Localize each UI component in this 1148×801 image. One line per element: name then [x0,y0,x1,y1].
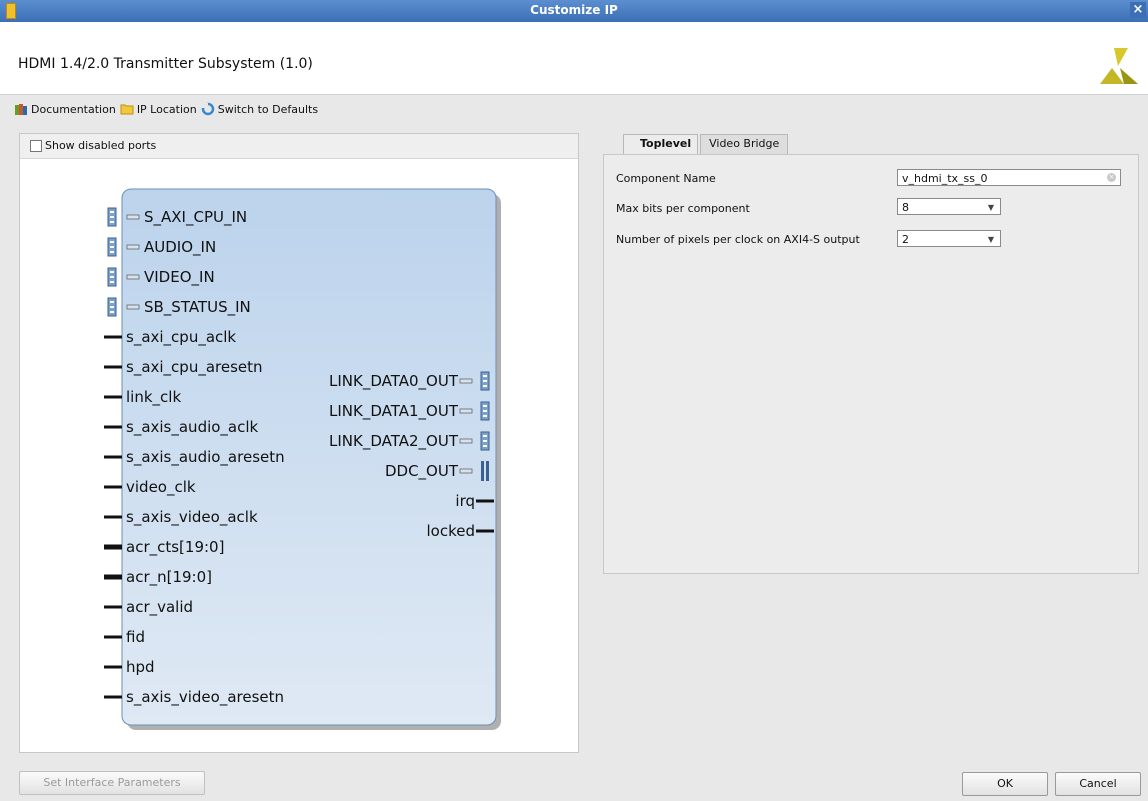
switch-defaults-button[interactable]: Switch to Defaults [201,102,318,116]
title-bar: Customize IP × [0,0,1148,22]
component-name-label: Component Name [616,172,716,185]
component-name-input[interactable]: v_hdmi_tx_ss_0 × [897,169,1121,186]
cancel-button[interactable]: Cancel [1055,772,1141,796]
left-port-label: hpd [126,658,155,676]
ip-location-button[interactable]: IP Location [120,103,197,116]
pixels-per-clock-select[interactable]: 2 ▼ [897,230,1001,247]
bus-port-icon-stripe [483,375,487,377]
bus-port-icon-stripe [110,246,114,248]
chevron-down-icon: ▼ [987,203,994,212]
left-port-label: acr_n[19:0] [126,568,212,587]
show-disabled-ports-checkbox[interactable] [30,140,42,152]
pixels-per-clock-label: Number of pixels per clock on AXI4-S out… [616,233,860,246]
left-port-label: fid [126,628,145,646]
left-port-label: acr_cts[19:0] [126,538,224,557]
refresh-icon [201,102,214,116]
right-port-label: irq [455,492,475,510]
bus-port-icon-stripe [483,445,487,447]
left-port-label: SB_STATUS_IN [144,298,251,317]
show-disabled-ports-label: Show disabled ports [45,139,157,152]
bus-port-icon-stripe [110,271,114,273]
max-bits-value: 8 [902,201,909,214]
tab-toplevel[interactable]: Toplevel [623,134,699,154]
set-interface-parameters-button[interactable]: Set Interface Parameters [19,771,205,795]
clear-icon[interactable]: × [1107,173,1116,182]
left-port-label: s_axi_cpu_aclk [126,328,236,347]
bus-port-icon-stripe [483,440,487,442]
interface-pin [126,214,140,220]
interface-pin [126,304,140,310]
documentation-label: Documentation [31,102,116,116]
left-port-label: AUDIO_IN [144,238,216,257]
interface-pin [459,378,473,384]
bus-port-icon-stripe [110,216,114,218]
bus-port-icon-stripe [483,385,487,387]
iic-port-icon [481,461,484,481]
window-title: Customize IP [530,3,618,17]
show-disabled-ports-bar: Show disabled ports [20,134,578,159]
iic-port-icon [486,461,489,481]
left-port-label: S_AXI_CPU_IN [144,208,247,227]
left-port-label: s_axis_audio_aresetn [126,448,285,467]
interface-pin [126,244,140,250]
close-icon[interactable]: × [1130,2,1146,18]
ip-title: HDMI 1.4/2.0 Transmitter Subsystem (1.0) [18,56,313,72]
bus-port-icon-stripe [483,435,487,437]
bus-port-icon-stripe [110,251,114,253]
right-port-label: DDC_OUT [385,462,459,481]
bus-port-icon-stripe [110,241,114,243]
right-port-label: LINK_DATA1_OUT [329,402,459,421]
left-port-label: link_clk [126,388,181,407]
bus-port-icon-stripe [483,415,487,417]
bus-port-icon-stripe [110,311,114,313]
documentation-button[interactable]: Documentation [14,102,116,116]
tab-video-bridge[interactable]: Video Bridge [700,134,789,154]
bus-port-icon-stripe [110,306,114,308]
bus-port-icon-stripe [483,380,487,382]
interface-pin [459,408,473,414]
interface-pin [459,438,473,444]
books-icon [15,104,27,115]
ok-button[interactable]: OK [962,772,1048,796]
toolbar: Documentation IP Location Switch to Defa… [14,100,318,118]
left-port-label: video_clk [126,478,196,497]
max-bits-select[interactable]: 8 ▼ [897,198,1001,215]
xilinx-logo [1100,48,1138,84]
interface-pin [459,468,473,474]
left-port-label: acr_valid [126,598,193,617]
left-port-label: s_axis_video_aresetn [126,688,284,707]
chevron-down-icon: ▼ [987,235,994,244]
bus-port-icon-stripe [483,410,487,412]
max-bits-label: Max bits per component [616,202,750,215]
component-name-value: v_hdmi_tx_ss_0 [902,172,988,185]
bus-port-icon-stripe [110,221,114,223]
bus-port-icon-stripe [110,281,114,283]
right-port-label: LINK_DATA2_OUT [329,432,459,451]
bus-port-icon-stripe [110,211,114,213]
ip-block-diagram: S_AXI_CPU_IN AUDIO_IN VIDEO_IN SB_STATUS_IN… [104,188,501,730]
left-port-label: s_axis_audio_aclk [126,418,259,437]
right-port-label: locked [427,522,476,540]
left-port-label: s_axis_video_aclk [126,508,258,527]
block-diagram-panel: Show disabled ports S_AXI_CPU_IN AUDIO_IN… [19,133,579,753]
left-port-label: VIDEO_IN [144,268,215,287]
pixels-per-clock-value: 2 [902,233,909,246]
right-port-label: LINK_DATA0_OUT [329,372,459,391]
interface-pin [126,274,140,280]
ip-header: HDMI 1.4/2.0 Transmitter Subsystem (1.0) [0,22,1148,95]
folder-icon [120,104,134,115]
left-port-label: s_axi_cpu_aresetn [126,358,263,377]
switch-defaults-label: Switch to Defaults [217,102,319,116]
ip-location-label: IP Location [136,102,197,116]
bus-port-icon-stripe [483,405,487,407]
bus-port-icon-stripe [110,276,114,278]
bus-port-icon-stripe [110,301,114,303]
param-tabs: Toplevel Video Bridge [623,134,790,154]
parameters-panel [603,154,1139,574]
